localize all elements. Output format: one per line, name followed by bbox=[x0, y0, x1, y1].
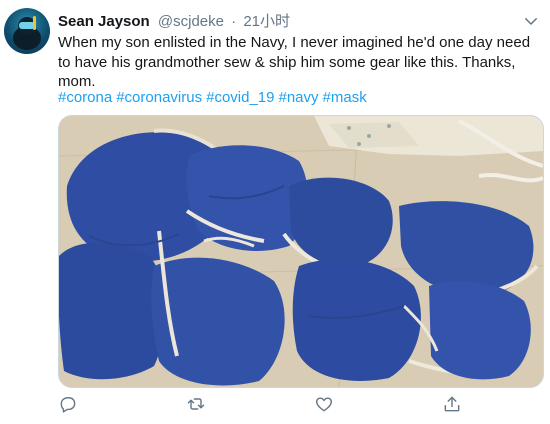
chevron-down-icon[interactable] bbox=[522, 12, 540, 30]
retweet-icon[interactable] bbox=[186, 394, 208, 416]
tweet-text: When my son enlisted in the Navy, I neve… bbox=[58, 34, 531, 90]
hashtag-covid-19[interactable]: #covid_19 bbox=[206, 89, 274, 106]
tweet-header: Sean Jayson @scjdeke · 21小时 bbox=[58, 10, 290, 31]
timestamp[interactable]: 21小时 bbox=[243, 13, 290, 30]
hashtag-corona[interactable]: #corona bbox=[58, 89, 112, 106]
hashtag-list: #corona #coronavirus #covid_19 #navy #mask bbox=[58, 88, 371, 108]
share-icon[interactable] bbox=[442, 394, 464, 416]
avatar-diver-image bbox=[13, 16, 41, 50]
separator: · bbox=[231, 13, 237, 30]
like-icon[interactable] bbox=[314, 394, 336, 416]
masks-photo bbox=[59, 116, 543, 387]
hashtag-mask[interactable]: #mask bbox=[323, 89, 367, 106]
tweet-card[interactable]: Sean Jayson @scjdeke · 21小时 When my son … bbox=[0, 0, 550, 424]
tweet-photo[interactable] bbox=[58, 115, 544, 388]
avatar[interactable] bbox=[4, 8, 50, 54]
tweet-actions bbox=[58, 394, 478, 416]
reply-icon[interactable] bbox=[58, 394, 80, 416]
hashtag-navy[interactable]: #navy bbox=[279, 89, 319, 106]
author-name[interactable]: Sean Jayson bbox=[58, 13, 150, 30]
author-handle[interactable]: @scjdeke bbox=[158, 13, 224, 30]
hashtag-coronavirus[interactable]: #coronavirus bbox=[116, 89, 202, 106]
